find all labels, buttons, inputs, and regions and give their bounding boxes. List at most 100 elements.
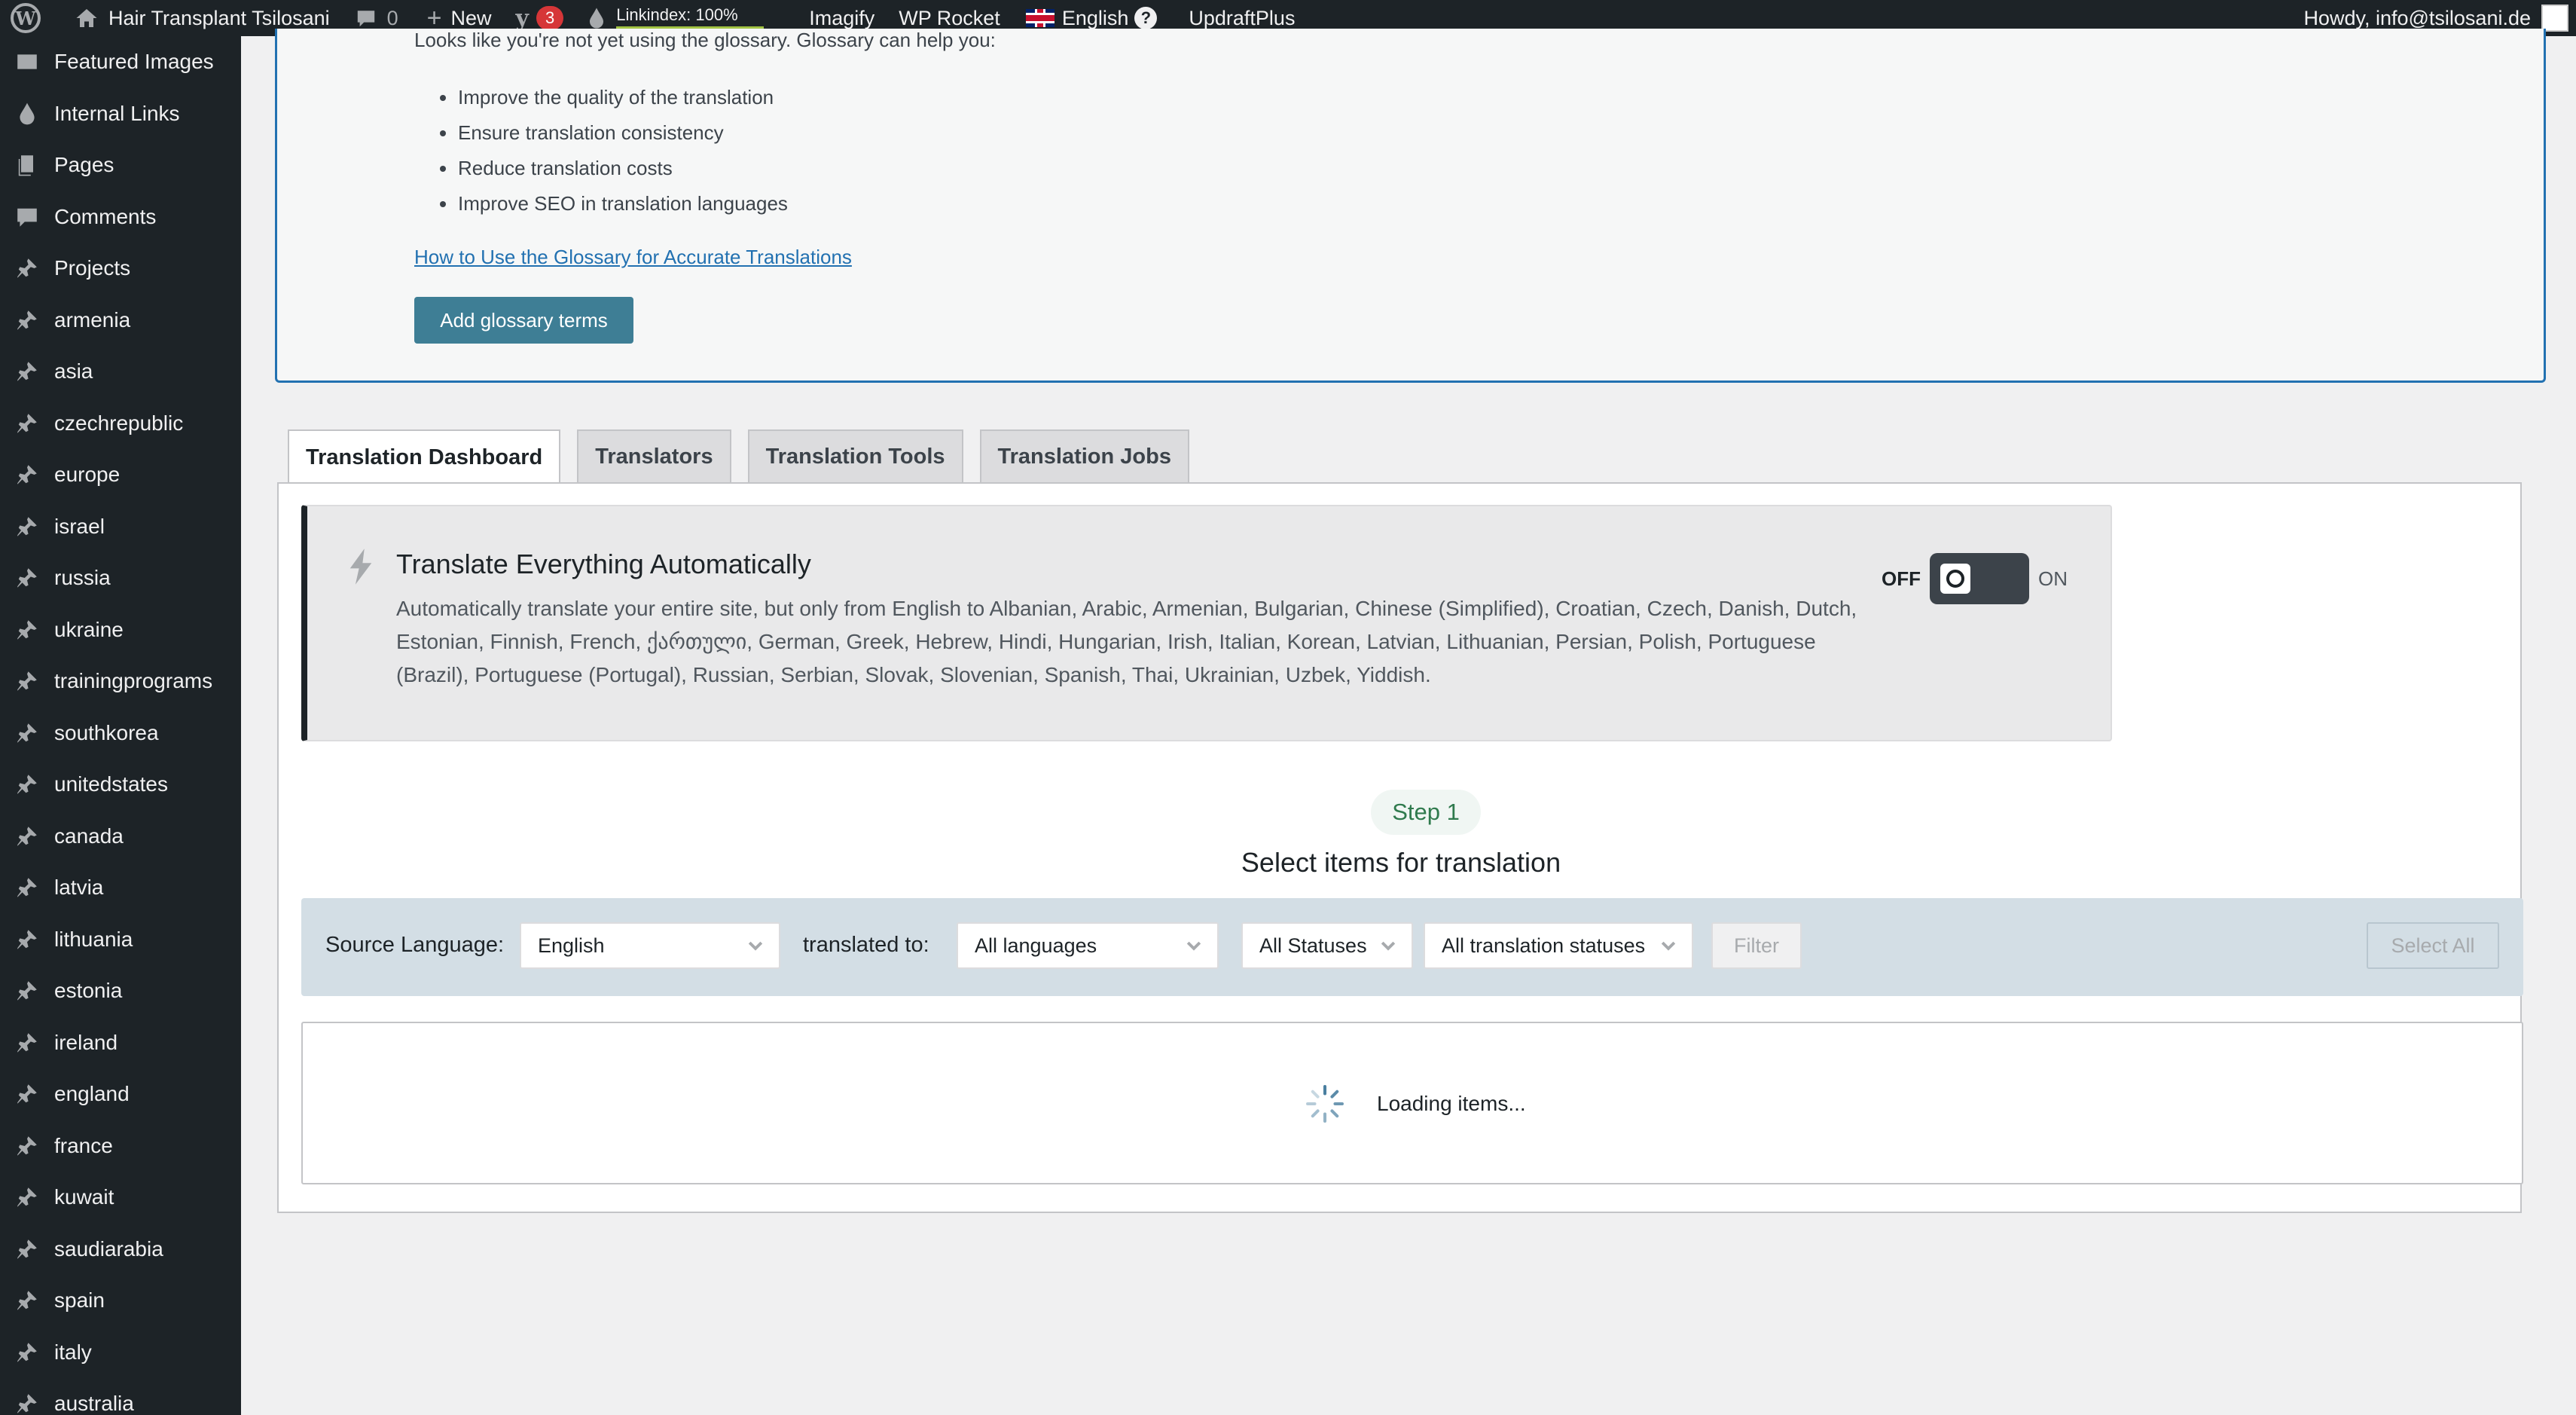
sidebar-item-australia[interactable]: australia [0,1378,241,1415]
pin-icon [14,1236,41,1263]
target-language-select[interactable]: All languages [957,922,1219,969]
sidebar-item-comments[interactable]: Comments [0,191,241,243]
sidebar-item-ukraine[interactable]: ukraine [0,604,241,656]
sidebar-item-england[interactable]: england [0,1068,241,1120]
sidebar-item-israel[interactable]: israel [0,501,241,553]
tab-translation-jobs[interactable]: Translation Jobs [979,429,1189,482]
translate-everything-card: Translate Everything Automatically Autom… [301,505,2112,741]
sidebar-item-pages[interactable]: Pages [0,139,241,191]
target-language-value: All languages [975,934,1097,957]
pages-icon [14,151,41,179]
tab-translators[interactable]: Translators [577,429,731,482]
tab-translation-dashboard[interactable]: Translation Dashboard [288,429,561,484]
sidebar-item-internal-links[interactable]: Internal Links [0,88,241,140]
pin-icon [14,1287,41,1314]
list-item: Improve the quality of the translation [440,80,788,115]
sidebar-item-label: southkorea [54,720,159,744]
sidebar-item-ireland[interactable]: ireland [0,1017,241,1069]
sidebar-item-estonia[interactable]: estonia [0,965,241,1017]
wordpress-logo-button[interactable]: W [11,0,41,36]
sidebar-item-label: spain [54,1288,105,1313]
translate-everything-toggle[interactable] [1930,553,2029,604]
sidebar-item-latvia[interactable]: latvia [0,862,241,914]
translation-filter-bar: Source Language: English translated to: … [301,898,2523,996]
sidebar-item-italy[interactable]: italy [0,1327,241,1379]
comment-bubble-icon [356,8,377,29]
translate-everything-title: Translate Everything Automatically [396,549,811,579]
chevron-down-icon [1659,936,1678,955]
sidebar-item-featured-images[interactable]: Featured Images [0,36,241,88]
sidebar-item-projects[interactable]: Projects [0,243,241,295]
sidebar-item-trainingprograms[interactable]: trainingprograms [0,656,241,708]
toggle-circle-icon [1946,570,1964,588]
source-language-select[interactable]: English [520,922,780,969]
sidebar-item-europe[interactable]: europe [0,449,241,501]
sidebar-item-southkorea[interactable]: southkorea [0,708,241,759]
pin-icon [14,410,41,437]
sidebar-item-label: Featured Images [54,50,214,74]
translate-everything-toggle-group: OFF ON [1882,553,2068,604]
toggle-on-label: ON [2038,567,2068,590]
chevron-down-icon [746,936,765,955]
howdy-text: Howdy, info@tsilosani.de [2303,6,2531,29]
sidebar-item-label: canada [54,824,124,848]
sidebar-item-label: Internal Links [54,101,180,125]
glossary-notice: Looks like you're not yet using the glos… [275,29,2546,383]
main-content: Looks like you're not yet using the glos… [241,29,2576,1415]
sidebar-item-label: australia [54,1392,134,1415]
imagify-label: Imagify [809,6,875,29]
sidebar-item-label: ireland [54,1030,118,1054]
lightning-bolt-icon [346,549,375,585]
yoast-icon: y [515,5,529,32]
wp-rocket-label: WP Rocket [899,6,1000,29]
glossary-help-link[interactable]: How to Use the Glossary for Accurate Tra… [414,246,852,269]
chevron-down-icon [1184,936,1204,955]
sidebar-item-spain[interactable]: spain [0,1275,241,1327]
admin-sidebar-menu: Featured Images Internal Links Pages Commen… [0,36,241,1415]
step-title: Select items for translation [1241,847,1561,878]
sidebar-item-czechrepublic[interactable]: czechrepublic [0,398,241,450]
pin-icon [14,461,41,488]
pin-icon [14,255,41,282]
sidebar-item-label: latvia [54,876,104,900]
sidebar-item-lithuania[interactable]: lithuania [0,914,241,966]
pin-icon [14,1029,41,1056]
sidebar-item-russia[interactable]: russia [0,552,241,604]
pin-icon [14,668,41,695]
sidebar-item-label: saudiarabia [54,1236,163,1261]
pin-icon [14,771,41,798]
new-label: New [450,6,492,29]
uk-flag-icon [1025,9,1055,27]
comments-count: 0 [386,6,398,29]
home-icon [75,7,98,29]
list-item: Reduce translation costs [440,151,788,186]
pin-icon [14,358,41,385]
sidebar-item-label: europe [54,463,121,487]
add-glossary-terms-button[interactable]: Add glossary terms [414,297,633,344]
loading-text: Loading items... [1377,1092,1526,1115]
toggle-off-label: OFF [1882,567,1921,590]
filter-button[interactable]: Filter [1711,922,1802,969]
pin-icon [14,977,41,1004]
sidebar-item-france[interactable]: france [0,1120,241,1172]
sidebar-item-label: lithuania [54,927,133,951]
pin-icon [14,1132,41,1160]
pin-icon [14,1184,41,1211]
select-all-button[interactable]: Select All [2367,922,2499,969]
sidebar-item-canada[interactable]: canada [0,811,241,863]
yoast-notification-badge: 3 [536,6,564,30]
sidebar-item-label: israel [54,514,105,538]
translation-dashboard-panel: Translate Everything Automatically Autom… [277,482,2523,1213]
sidebar-item-armenia[interactable]: armenia [0,295,241,347]
sidebar-item-unitedstates[interactable]: unitedstates [0,759,241,811]
sidebar-item-label: asia [54,359,93,384]
sidebar-item-asia[interactable]: asia [0,346,241,398]
source-language-label: Source Language: [325,933,505,957]
pin-icon [14,616,41,643]
translation-status-select[interactable]: All translation statuses [1424,922,1693,969]
tab-translation-tools[interactable]: Translation Tools [747,429,963,482]
post-status-select[interactable]: All Statuses [1241,922,1413,969]
pin-icon [14,823,41,850]
sidebar-item-kuwait[interactable]: kuwait [0,1172,241,1224]
sidebar-item-saudiarabia[interactable]: saudiarabia [0,1224,241,1276]
